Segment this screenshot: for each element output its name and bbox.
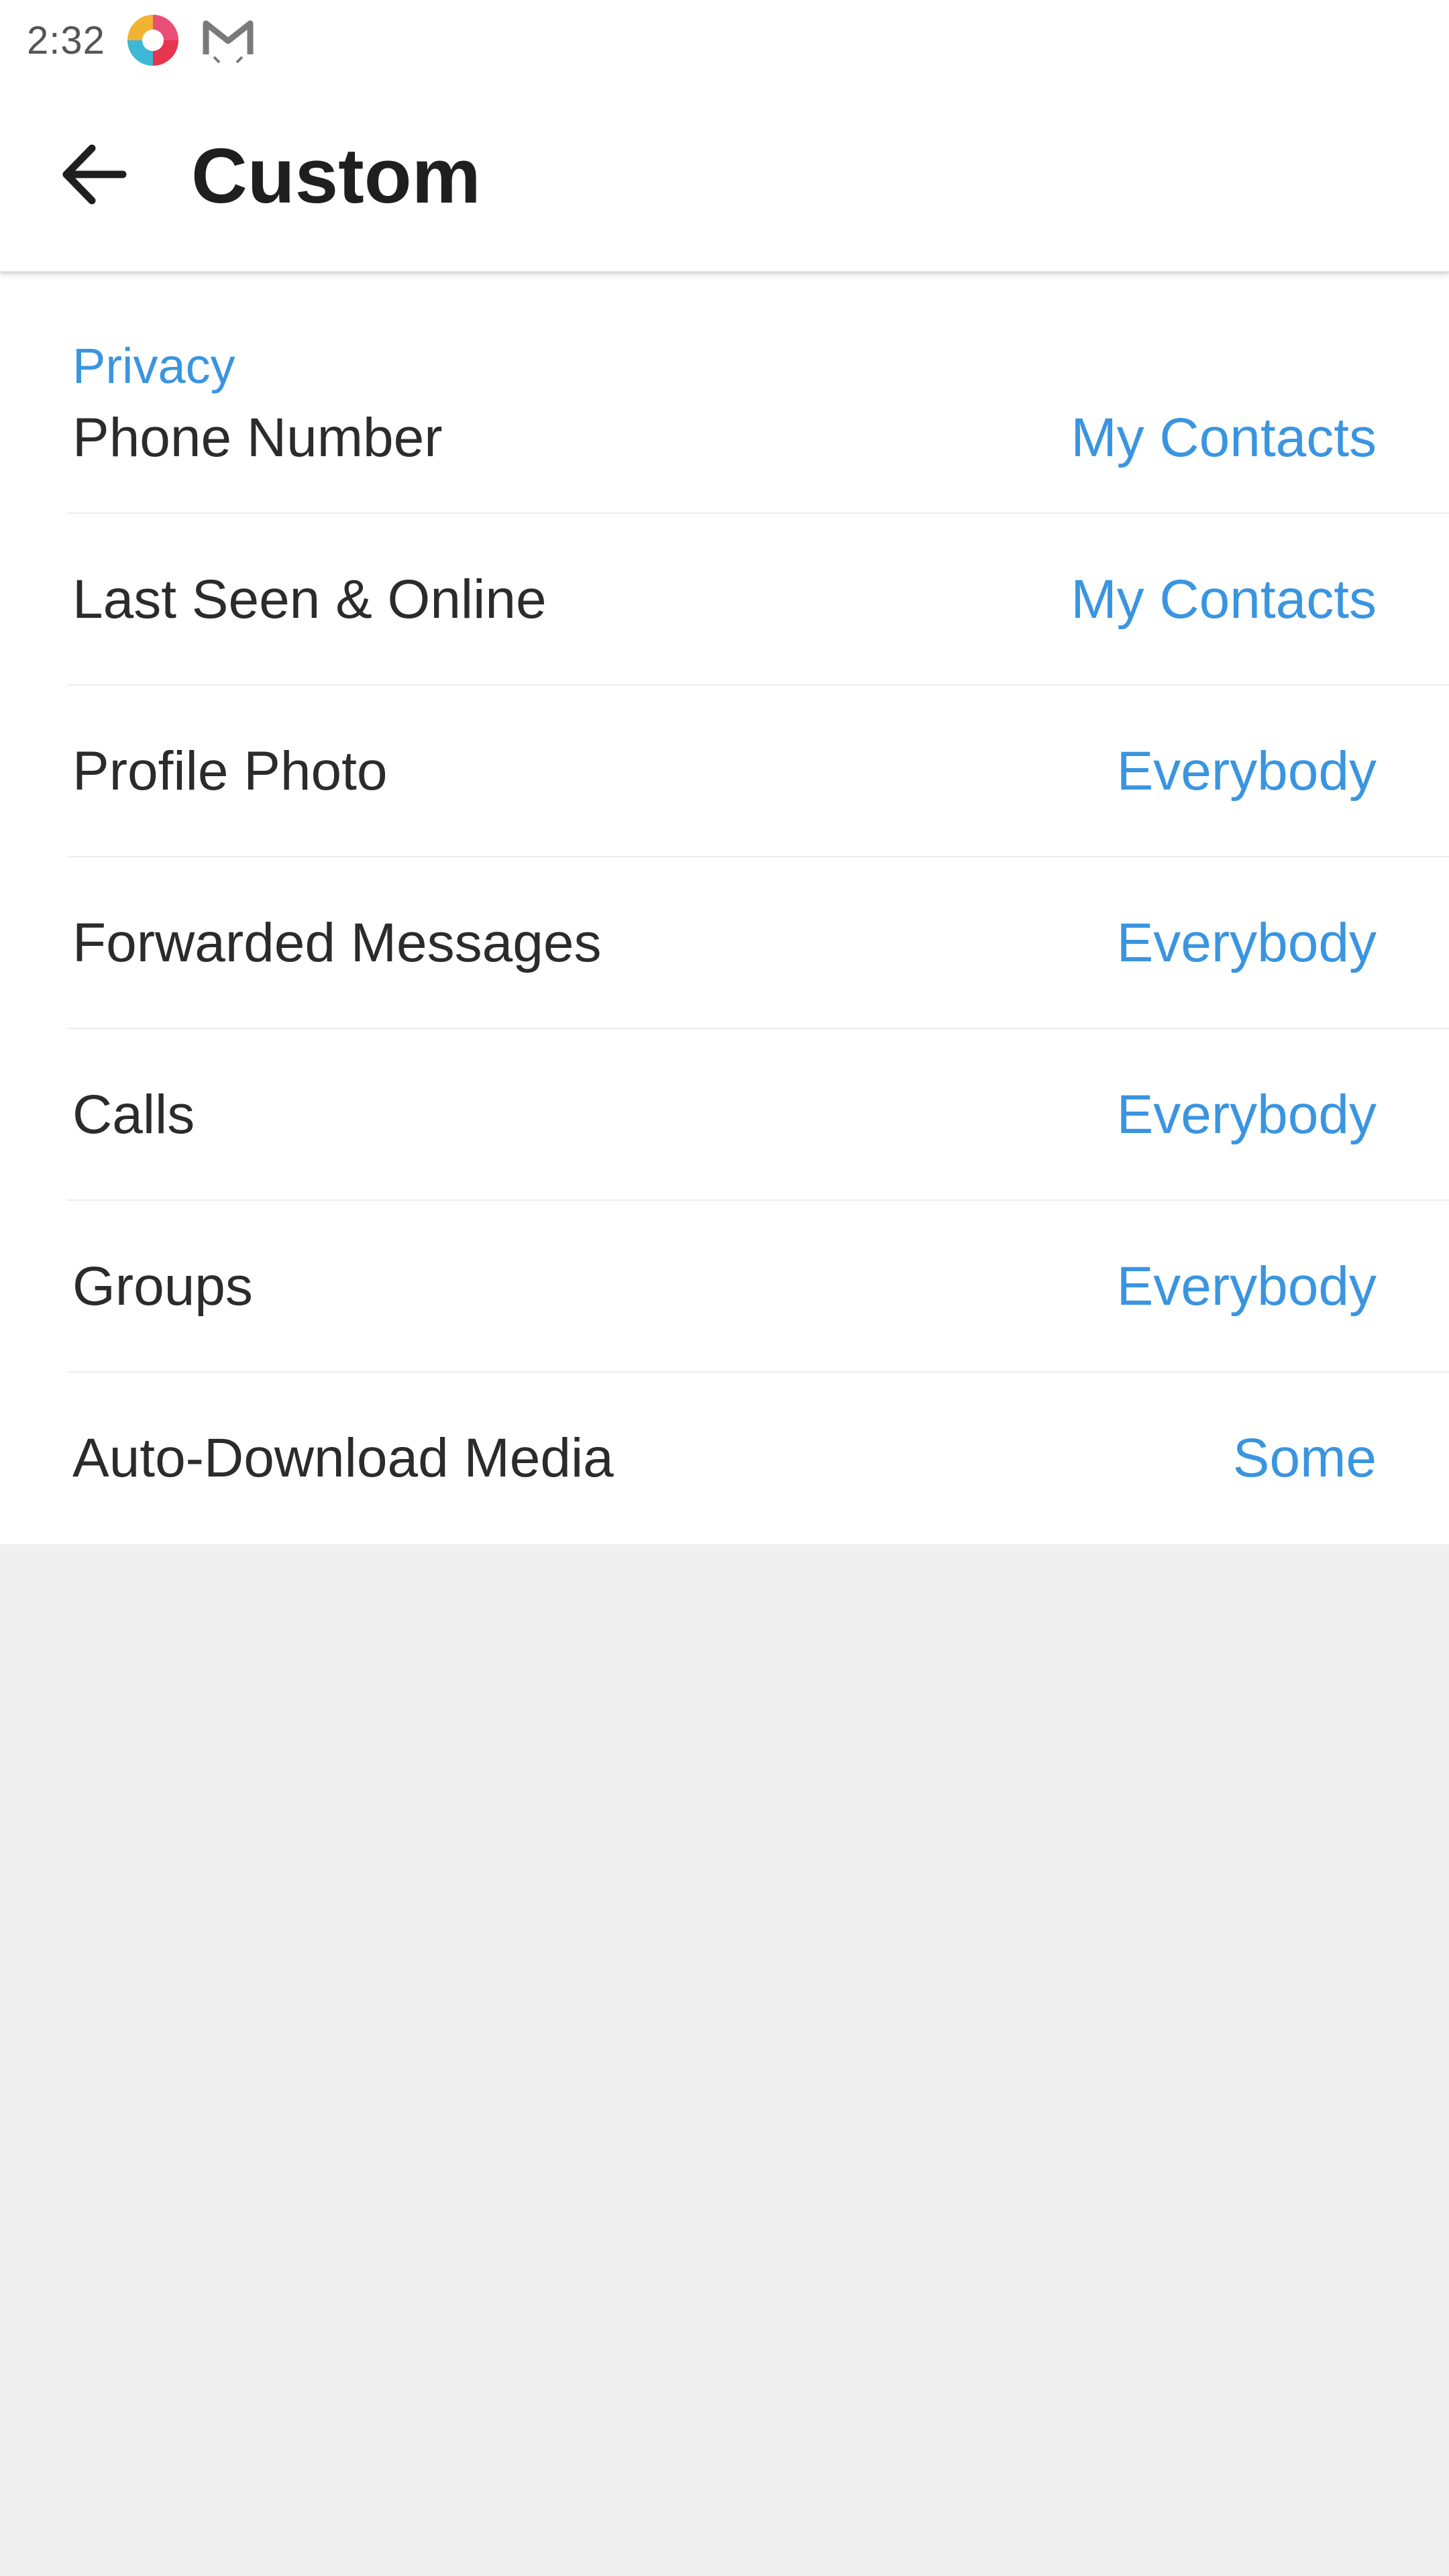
setting-value: Some [1232, 1428, 1377, 1489]
setting-label: Profile Photo [72, 741, 388, 802]
mail-app-icon [201, 13, 256, 68]
setting-value: Everybody [1116, 1256, 1377, 1317]
browser-app-icon [125, 13, 180, 68]
setting-value: Everybody [1116, 912, 1377, 973]
setting-row-last-seen[interactable]: Last Seen & Online My Contacts [0, 514, 1449, 686]
setting-label: Last Seen & Online [72, 569, 547, 630]
status-time: 2:32 [27, 18, 105, 62]
setting-row-groups[interactable]: Groups Everybody [0, 1201, 1449, 1373]
setting-value: Everybody [1116, 741, 1377, 802]
page-title: Custom [191, 132, 481, 219]
setting-label: Forwarded Messages [72, 912, 602, 973]
section-header-label: Privacy [72, 338, 235, 394]
status-bar: 2:32 [0, 0, 1449, 80]
setting-row-phone-number[interactable]: Phone Number My Contacts [0, 407, 1449, 514]
settings-list: Privacy Phone Number My Contacts Last Se… [0, 274, 1449, 1544]
setting-row-auto-download-media[interactable]: Auto-Download Media Some [0, 1373, 1449, 1544]
setting-row-calls[interactable]: Calls Everybody [0, 1029, 1449, 1201]
setting-value: My Contacts [1071, 407, 1377, 468]
arrow-left-icon [57, 138, 131, 215]
setting-row-forwarded-messages[interactable]: Forwarded Messages Everybody [0, 857, 1449, 1029]
setting-label: Auto-Download Media [72, 1428, 614, 1489]
app-bar: Custom [0, 80, 1449, 272]
setting-value: My Contacts [1071, 569, 1377, 630]
setting-label: Phone Number [72, 407, 443, 468]
back-button[interactable] [47, 129, 141, 223]
setting-value: Everybody [1116, 1084, 1377, 1145]
setting-label: Calls [72, 1084, 195, 1145]
setting-row-profile-photo[interactable]: Profile Photo Everybody [0, 686, 1449, 857]
setting-label: Groups [72, 1256, 253, 1317]
